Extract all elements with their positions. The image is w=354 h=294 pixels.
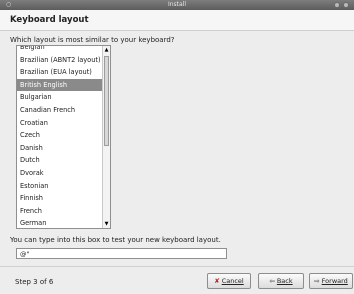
layout-list-item[interactable]: Danish: [17, 142, 102, 155]
layout-list-item[interactable]: Brazilian (EUA layout): [17, 66, 102, 79]
forward-button-label: Forward: [321, 277, 348, 285]
layout-list-item[interactable]: Croatian: [17, 117, 102, 130]
step-indicator: Step 3 of 6: [15, 278, 54, 286]
scrollbar-thumb[interactable]: [104, 56, 109, 146]
layout-items: Belgian Brazilian (ABNT2 layout) Brazilian…: [17, 46, 102, 228]
layout-list-item[interactable]: Bulgarian: [17, 91, 102, 104]
layout-list-item[interactable]: Belgian: [17, 46, 102, 54]
layout-list-item[interactable]: Estonian: [17, 180, 102, 193]
arrow-right-icon: ⇨: [314, 277, 320, 285]
back-button[interactable]: ⇦ Back: [258, 273, 304, 289]
layout-list-scrollbar[interactable]: ▲ ▼: [102, 46, 110, 228]
cancel-button-label: Cancel: [221, 277, 244, 285]
page-title: Keyboard layout: [10, 15, 89, 25]
layout-list-item[interactable]: Brazilian (ABNT2 layout): [17, 54, 102, 67]
window-title: Install: [167, 1, 187, 8]
footer-divider: [0, 266, 354, 267]
close-icon[interactable]: [343, 2, 349, 8]
forward-button[interactable]: ⇨ Forward: [309, 273, 353, 289]
back-button-label: Back: [276, 277, 293, 285]
page-header: Keyboard layout: [0, 10, 354, 31]
cancel-button[interactable]: ✘ Cancel: [207, 273, 251, 289]
layout-list-item[interactable]: Canadian French: [17, 104, 102, 117]
window-titlebar: ○ Install: [0, 0, 354, 10]
test-box-label: You can type into this box to test your …: [10, 236, 221, 244]
keyboard-layout-list[interactable]: Belgian Brazilian (ABNT2 layout) Brazilian…: [16, 45, 111, 229]
arrow-left-icon: ⇦: [269, 277, 275, 285]
layout-list-item[interactable]: French: [17, 205, 102, 218]
scroll-up-icon[interactable]: ▲: [103, 46, 110, 54]
layout-list-item[interactable]: Czech: [17, 129, 102, 142]
minimize-icon[interactable]: [334, 2, 340, 8]
layout-list-item[interactable]: Dvorak: [17, 167, 102, 180]
layout-prompt: Which layout is most similar to your key…: [10, 36, 175, 44]
keyboard-test-input[interactable]: [16, 248, 227, 259]
cancel-x-icon: ✘: [214, 277, 220, 285]
scroll-down-icon[interactable]: ▼: [103, 220, 110, 228]
layout-list-item[interactable]: German: [17, 217, 102, 228]
layout-list-item[interactable]: Finnish: [17, 192, 102, 205]
layout-list-item[interactable]: British English: [17, 78, 102, 92]
layout-list-item[interactable]: Dutch: [17, 154, 102, 167]
